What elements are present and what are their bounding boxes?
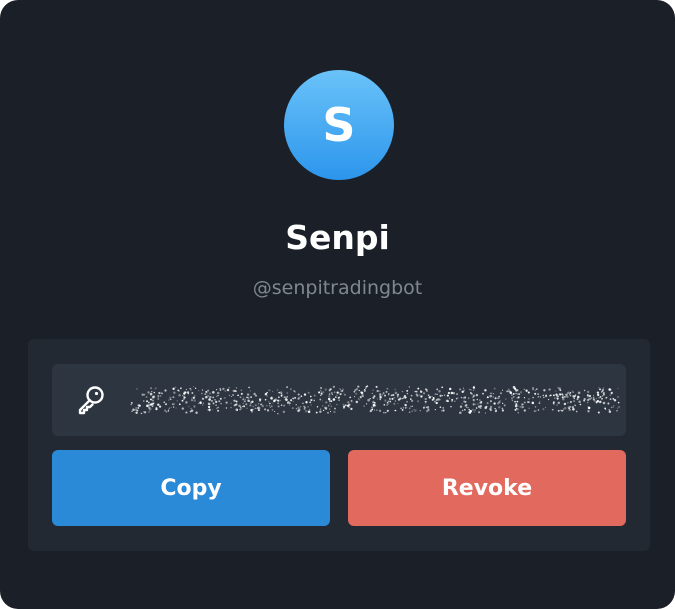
revoke-button[interactable]: Revoke bbox=[348, 450, 626, 526]
token-card: Copy Revoke bbox=[28, 339, 650, 551]
bot-name: Senpi bbox=[285, 218, 390, 257]
bot-token-panel: S Senpi @senpitradingbot Copy Revoke bbox=[0, 0, 675, 609]
bot-avatar: S bbox=[284, 70, 394, 180]
revoke-button-label: Revoke bbox=[441, 475, 533, 501]
avatar-letter: S bbox=[322, 98, 356, 152]
copy-button-label: Copy bbox=[160, 475, 222, 501]
token-spoiler[interactable] bbox=[130, 378, 620, 422]
bot-username: @senpitradingbot bbox=[252, 277, 423, 299]
copy-button[interactable]: Copy bbox=[52, 450, 330, 526]
token-field[interactable] bbox=[52, 364, 626, 436]
key-icon bbox=[78, 386, 104, 415]
